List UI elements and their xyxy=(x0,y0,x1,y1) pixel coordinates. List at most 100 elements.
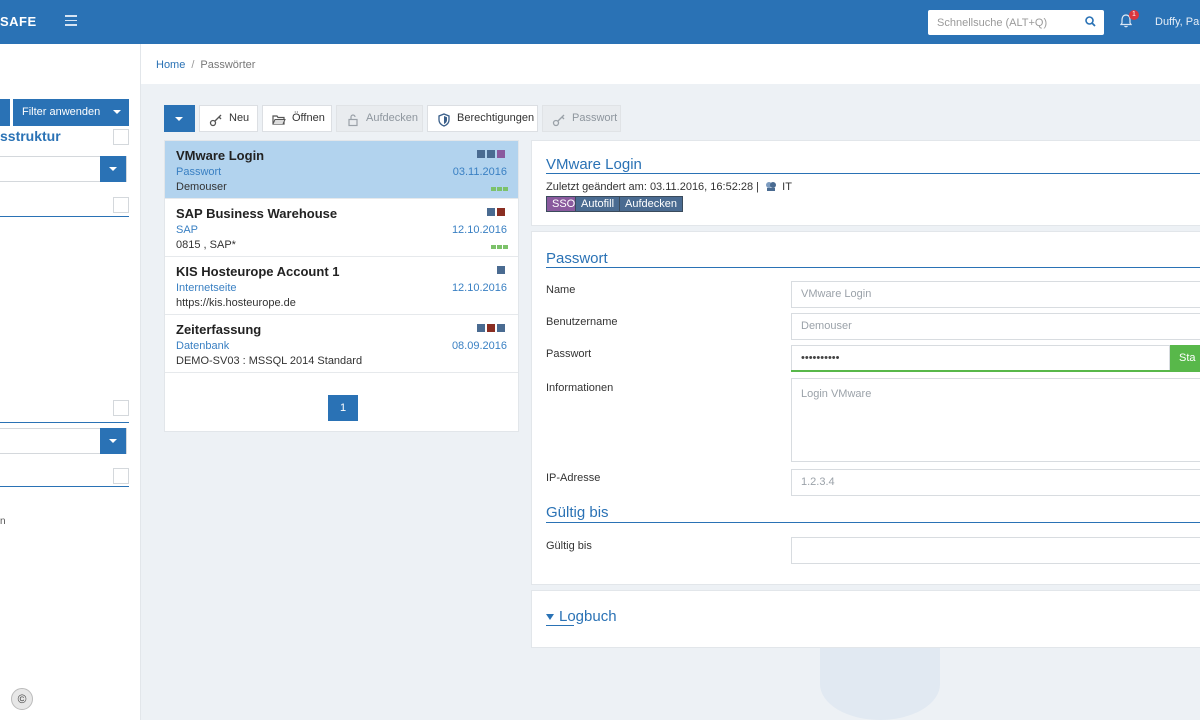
top-navbar: SAFE 1 Duffy, Pau xyxy=(0,0,1200,44)
quick-search[interactable] xyxy=(928,10,1104,35)
breadcrumb: Home / Passwörter xyxy=(156,59,255,71)
strength-indicator xyxy=(503,245,508,249)
divider xyxy=(0,422,129,423)
reveal-button[interactable]: Aufdecken xyxy=(336,105,423,132)
username-label: Benutzername xyxy=(546,316,618,328)
breadcrumb-separator: / xyxy=(191,59,195,71)
filter-select[interactable] xyxy=(0,428,127,454)
item-subtitle: Demouser xyxy=(176,181,227,193)
apply-filter-label: Filter anwenden xyxy=(22,106,101,118)
shield-icon xyxy=(437,112,451,127)
chevron-down-icon[interactable] xyxy=(100,428,126,454)
divider xyxy=(546,522,1200,523)
filter-checkbox[interactable] xyxy=(113,400,129,416)
notification-bell-icon[interactable]: 1 xyxy=(1119,10,1139,30)
tag-indicator xyxy=(487,150,495,158)
password-field[interactable]: •••••••••• xyxy=(791,345,1170,372)
tag-indicator xyxy=(497,266,505,274)
chevron-down-icon[interactable] xyxy=(113,110,121,114)
item-category: SAP xyxy=(176,224,199,236)
copyright-icon[interactable]: © xyxy=(11,688,33,710)
apply-filter-button[interactable]: Filter anwenden xyxy=(13,99,129,126)
open-button-label: Öffnen xyxy=(292,112,325,124)
folder-open-icon xyxy=(272,112,286,126)
toolbar-dropdown-button[interactable] xyxy=(164,105,195,132)
item-subtitle: DEMO-SV03 : MSSQL 2014 Standard xyxy=(176,355,363,367)
notification-badge: 1 xyxy=(1129,10,1139,20)
password-list: VMware Login Passwort 03.11.2016 Demouse… xyxy=(164,140,519,432)
permissions-button[interactable]: Berechtigungen xyxy=(427,105,538,132)
tag-indicator xyxy=(487,208,495,216)
password-section-title: Passwort xyxy=(546,250,608,267)
filter-checkbox[interactable] xyxy=(113,468,129,484)
username-field[interactable]: Demouser xyxy=(791,313,1200,340)
tag-indicator xyxy=(497,324,505,332)
info-label: Informationen xyxy=(546,382,614,394)
name-field[interactable]: VMware Login xyxy=(791,281,1200,308)
item-date: 12.10.2016 xyxy=(451,282,507,294)
app-brand: SAFE xyxy=(0,14,37,29)
quick-search-input[interactable] xyxy=(928,10,1078,35)
item-date: 08.09.2016 xyxy=(451,340,507,352)
background-logo xyxy=(820,648,940,720)
name-label: Name xyxy=(546,284,576,296)
chevron-down-icon[interactable] xyxy=(100,156,126,182)
list-item[interactable]: SAP Business Warehouse SAP 12.10.2016 08… xyxy=(165,199,518,257)
password-button[interactable]: Passwort xyxy=(542,105,621,132)
new-button[interactable]: Neu xyxy=(199,105,258,132)
breadcrumb-bar: Home / Passwörter xyxy=(141,44,1200,84)
tag-indicator xyxy=(497,150,505,158)
password-button-label: Passwort xyxy=(572,112,618,124)
list-item[interactable]: KIS Hosteurope Account 1 Internetseite 1… xyxy=(165,257,518,315)
logbook-title[interactable]: Logbuch xyxy=(559,608,617,625)
tag-indicator xyxy=(487,324,495,332)
password-strength-bar xyxy=(791,370,1170,372)
unlock-icon xyxy=(346,112,360,127)
permissions-button-label: Berechtigungen xyxy=(457,112,535,124)
divider xyxy=(0,486,129,487)
sidebar-text: n xyxy=(0,516,6,527)
filter-checkbox[interactable] xyxy=(113,197,129,213)
tag-indicator xyxy=(497,208,505,216)
sidebar-section-title: sstruktur xyxy=(0,128,61,144)
reveal-button-label: Aufdecken xyxy=(366,112,418,124)
structure-select[interactable] xyxy=(0,156,127,182)
detail-header-panel: VMware Login Zuletzt geändert am: 03.11.… xyxy=(531,140,1200,226)
section-checkbox[interactable] xyxy=(113,129,129,145)
item-category: Datenbank xyxy=(176,340,230,352)
open-button[interactable]: Öffnen xyxy=(262,105,332,132)
divider xyxy=(546,625,574,626)
key-plus-icon xyxy=(209,112,223,127)
key-icon xyxy=(552,112,566,127)
user-menu[interactable]: Duffy, Pau xyxy=(1155,16,1200,28)
pagination-page-button[interactable]: 1 xyxy=(328,395,358,421)
breadcrumb-home-link[interactable]: Home xyxy=(156,59,185,71)
list-item[interactable]: Zeiterfassung Datenbank 08.09.2016 DEMO-… xyxy=(165,315,518,373)
item-subtitle: https://kis.hosteurope.de xyxy=(176,297,296,309)
strength-indicator xyxy=(491,187,496,191)
chevron-down-icon[interactable] xyxy=(546,614,554,620)
divider xyxy=(546,173,1200,174)
ip-label: IP-Adresse xyxy=(546,472,601,484)
password-action-button[interactable]: Sta xyxy=(1170,345,1200,372)
filter-sidebar: Filter anwenden sstruktur n © xyxy=(0,44,141,720)
detail-title: VMware Login xyxy=(546,156,642,173)
list-item[interactable]: VMware Login Passwort 03.11.2016 Demouse… xyxy=(165,141,518,199)
autofill-badge: Autofill xyxy=(575,196,621,212)
item-category: Passwort xyxy=(176,166,222,178)
search-icon[interactable] xyxy=(1085,16,1096,30)
sidebar-action-button[interactable] xyxy=(0,99,10,126)
strength-indicator xyxy=(491,245,496,249)
item-title: VMware Login xyxy=(176,148,265,163)
hamburger-menu-icon[interactable] xyxy=(65,15,77,27)
logbook-panel[interactable]: Logbuch xyxy=(531,590,1200,648)
breadcrumb-current: Passwörter xyxy=(200,59,256,71)
valid-until-label: Gültig bis xyxy=(546,540,592,552)
item-date: 12.10.2016 xyxy=(451,224,507,236)
valid-until-field[interactable] xyxy=(791,537,1200,564)
ip-field[interactable]: 1.2.3.4 xyxy=(791,469,1200,496)
reveal-badge: Aufdecken xyxy=(619,196,683,212)
new-button-label: Neu xyxy=(229,112,250,124)
strength-indicator xyxy=(497,245,502,249)
info-textarea[interactable]: Login VMware xyxy=(791,378,1200,462)
